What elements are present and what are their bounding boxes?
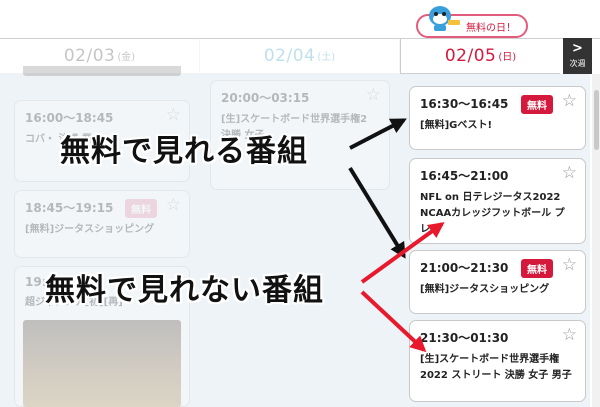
star-icon[interactable]: ☆ <box>562 91 577 111</box>
program-title: [無料]ジータスショッピング <box>25 224 155 235</box>
star-icon[interactable]: ☆ <box>166 195 181 215</box>
free-badge: 無料 <box>521 95 553 114</box>
chevron-right-icon: > <box>572 41 583 56</box>
program-time: 16:00〜18:45 <box>25 111 114 125</box>
star-icon[interactable]: ☆ <box>562 163 577 183</box>
program-title: [無料]Gベスト! <box>420 120 493 131</box>
day-header-0205[interactable]: 02/05 (日) <box>400 38 560 74</box>
scrollbar-thumb[interactable] <box>594 90 599 150</box>
day-date: 02/03 <box>63 45 116 66</box>
next-week-button[interactable]: > 次週 <box>563 38 592 74</box>
star-icon[interactable]: ☆ <box>166 105 181 125</box>
program-card[interactable]: 21:00〜21:30 [無料]ジータスショッピング 無料 ☆ <box>409 250 586 314</box>
day-of-week: (金) <box>117 52 136 63</box>
program-time: 21:30〜01:30 <box>420 331 509 345</box>
annotation-free-programs: 無料で見れる番組 <box>60 134 308 169</box>
program-thumbnail[interactable] <box>23 320 181 407</box>
free-badge: 無料 <box>125 199 157 218</box>
program-title: [無料]ジータスショッピング <box>420 284 550 295</box>
day-of-week: (日) <box>498 52 517 63</box>
program-time: 16:45〜21:00 <box>420 169 509 183</box>
program-title: [生]スケートボード世界選手権2022 ストリート 決勝 女子 男子 <box>420 354 572 381</box>
annotation-paid-programs: 無料で見れない番組 <box>45 273 324 308</box>
day-of-week: (土) <box>317 52 336 63</box>
program-card[interactable]: 16:30〜16:45 [無料]Gベスト! 無料 ☆ <box>409 86 586 150</box>
program-card[interactable]: 21:30〜01:30 [生]スケートボード世界選手権2022 ストリート 決勝… <box>409 320 586 402</box>
program-title: NFL on 日テレジータス2022 NCAAカレッジフットボール プレ… <box>420 192 565 235</box>
next-week-label: 次週 <box>569 59 586 68</box>
program-card[interactable]: 16:45〜21:00 NFL on 日テレジータス2022 NCAAカレッジフ… <box>409 158 586 244</box>
program-card[interactable]: 18:45〜19:15 [無料]ジータスショッピング 無料 ☆ <box>14 190 190 258</box>
mascot-icon <box>429 6 460 31</box>
star-icon[interactable]: ☆ <box>562 255 577 275</box>
star-icon[interactable]: ☆ <box>366 85 381 105</box>
free-badge: 無料 <box>521 259 553 278</box>
day-date: 02/04 <box>263 45 316 66</box>
thumbnail-partial <box>23 66 181 76</box>
star-icon[interactable]: ☆ <box>562 325 577 345</box>
day-header-0204[interactable]: 02/04 (土) <box>200 38 400 74</box>
program-time: 20:00〜03:15 <box>221 91 310 105</box>
day-date: 02/05 <box>444 45 497 66</box>
